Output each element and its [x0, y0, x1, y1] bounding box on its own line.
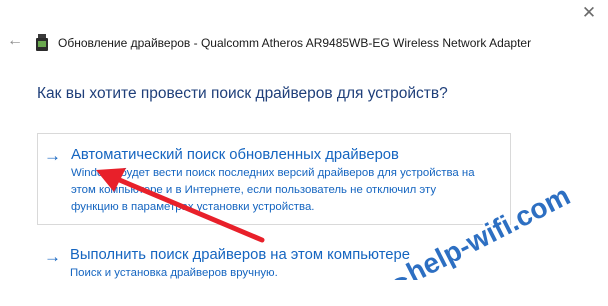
wifi-icon — [389, 276, 408, 280]
page-heading: Как вы хотите провести поиск драйверов д… — [37, 85, 448, 102]
back-button[interactable]: ← — [7, 33, 23, 49]
option-auto-search-title: Автоматический поиск обновленных драйвер… — [71, 147, 399, 163]
window-title: Обновление драйверов - Qualcomm Atheros … — [58, 36, 532, 50]
close-icon: ✕ — [581, 3, 597, 22]
right-arrow-icon: → — [44, 247, 61, 266]
watermark-text: help-wifi.com — [401, 180, 574, 280]
network-adapter-icon — [36, 34, 48, 51]
close-button[interactable]: ✕ — [580, 4, 598, 22]
option-browse-computer[interactable]: Выполнить поиск драйверов на этом компью… — [70, 247, 410, 263]
right-arrow-icon: → — [44, 146, 61, 165]
watermark-logo: help-wifi.com — [389, 178, 576, 280]
back-arrow-icon: ← — [7, 32, 23, 49]
title-bar: ← Обновление драйверов - Qualcomm Athero… — [0, 30, 608, 56]
